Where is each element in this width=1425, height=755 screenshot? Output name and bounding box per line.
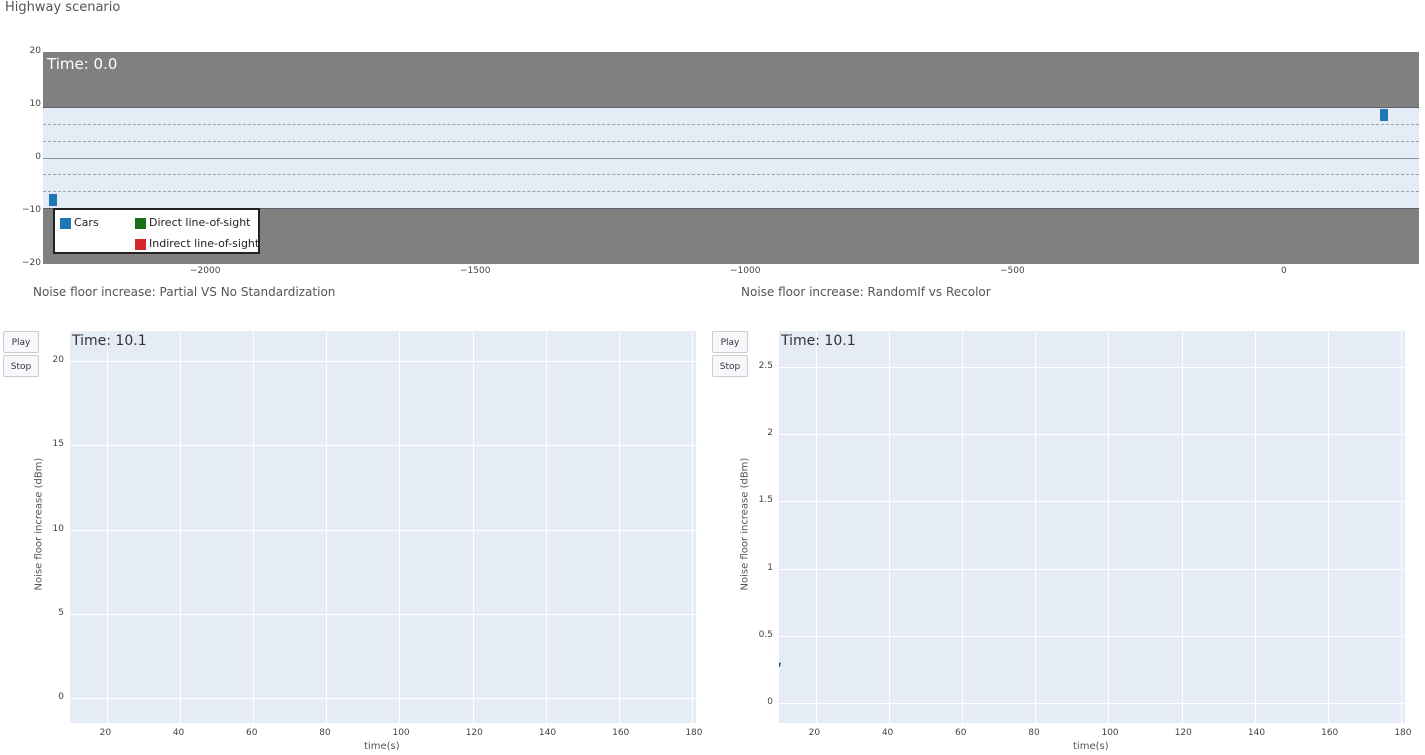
gridline-horizontal (70, 361, 696, 363)
lane-line (43, 141, 1419, 142)
highway-x-tick: −1000 (730, 266, 761, 276)
highway-x-tick: −1500 (460, 266, 491, 276)
stop-button[interactable]: Stop (712, 355, 748, 377)
chart-right-x-tick: 80 (1028, 728, 1040, 738)
chart-left-xlabel: time(s) (364, 741, 400, 752)
chart-right-y-tick: 2.5 (758, 361, 773, 372)
road-center-line (43, 158, 1419, 159)
car-marker (1380, 109, 1388, 121)
chart-left-title: Noise floor increase: Partial VS No Stan… (33, 285, 336, 299)
legend-item-direct-los[interactable]: Direct line-of-sight (135, 216, 250, 229)
chart-right-x-tick: 100 (1101, 728, 1119, 738)
gridline-vertical (106, 331, 108, 723)
gridline-vertical (326, 331, 328, 723)
chart-right-y-tick: 0 (767, 696, 773, 707)
gridline-vertical (472, 331, 474, 723)
chart-right-plot-area: Time: 10.1 (779, 331, 1405, 723)
gridline-horizontal (70, 445, 696, 447)
chart-right-ylabel: Noise floor increase (dBm) (680, 458, 810, 591)
chart-right-y-tick: 0.5 (758, 629, 773, 640)
chart-right-series (779, 662, 781, 667)
chart-right-xlabel: time(s) (1073, 741, 1109, 752)
chart-right-x-tick: 120 (1174, 728, 1192, 738)
gridline-vertical (179, 331, 181, 723)
legend-item-indirect-los[interactable]: Indirect line-of-sight (135, 237, 259, 250)
chart-left-x-tick: 80 (319, 728, 331, 738)
gridline-vertical (619, 331, 621, 723)
chart-left-x-tick: 40 (172, 728, 185, 738)
highway-legend: Cars Direct line-of-sight Indirect line-… (53, 208, 260, 254)
chart-right-x-tick: 20 (808, 728, 821, 738)
lane-line (43, 124, 1419, 125)
chart-right-y-tick: 1.5 (758, 495, 773, 506)
gridline-vertical (253, 331, 255, 723)
highway-y-tick: 0 (35, 152, 41, 162)
chart-left-x-tick: 160 (612, 728, 630, 738)
indirect-los-swatch (135, 238, 146, 250)
cars-swatch (60, 217, 71, 229)
chart-right-y-tick: 2 (767, 428, 773, 439)
chart-left-y-tick: 20 (52, 355, 64, 366)
series-line (779, 662, 781, 667)
gridline-horizontal (70, 697, 696, 699)
highway-x-tick: −500 (1000, 266, 1025, 276)
direct-los-swatch (135, 217, 146, 229)
highway-y-tick: 10 (29, 99, 41, 109)
highway-y-tick: 20 (29, 46, 41, 56)
chart-left-x-tick: 140 (538, 728, 557, 738)
legend-item-cars[interactable]: Cars (60, 216, 99, 229)
chart-left-y-tick: 5 (58, 607, 64, 618)
chart-left-plot-area: Time: 10.1 (70, 331, 696, 723)
chart-right-x-tick: 40 (881, 728, 894, 738)
lane-line (43, 191, 1419, 192)
chart-left-x-tick: 20 (99, 728, 112, 738)
highway-x-tick: −2000 (190, 266, 221, 276)
chart-right-x-tick: 140 (1247, 728, 1266, 738)
chart-left-x-tick: 100 (392, 728, 410, 738)
chart-left-x-tick: 180 (685, 728, 703, 738)
chart-right-x-tick: 60 (955, 728, 967, 738)
gridline-horizontal (70, 613, 696, 615)
gridline-vertical (399, 331, 401, 723)
gridline-vertical (545, 331, 547, 723)
chart-left-x-tick: 120 (465, 728, 483, 738)
stop-button[interactable]: Stop (3, 355, 39, 377)
chart-right-title: Noise floor increase: RandomIf vs Recolo… (741, 285, 991, 299)
highway-scenario-plot: Time: 0.0 Cars Direct line-of-sight Indi… (43, 52, 1419, 264)
chart-right-y-tick: 1 (767, 562, 773, 573)
chart-left-y-tick: 0 (58, 691, 64, 702)
chart-left-y-tick: 15 (52, 439, 64, 450)
play-button[interactable]: Play (712, 331, 748, 353)
highway-x-tick: 0 (1281, 266, 1287, 276)
highway-y-tick: −10 (22, 205, 41, 215)
road-edge-top (43, 107, 1419, 108)
page-title: Highway scenario (5, 0, 121, 15)
legend-label: Direct line-of-sight (149, 216, 251, 229)
chart-right-x-tick: 160 (1321, 728, 1339, 738)
legend-label: Indirect line-of-sight (149, 237, 260, 250)
chart-right-x-tick: 180 (1394, 728, 1412, 738)
lane-line (43, 174, 1419, 175)
play-button[interactable]: Play (3, 331, 39, 353)
highway-y-tick: −20 (22, 258, 41, 268)
gridline-horizontal (70, 529, 696, 531)
chart-left-x-tick: 60 (246, 728, 258, 738)
highway-time-label: Time: 0.0 (47, 55, 118, 73)
legend-label: Cars (74, 216, 99, 229)
chart-time-label: Time: 10.1 (72, 333, 147, 349)
car-marker (49, 194, 57, 206)
chart-left-y-tick: 10 (52, 523, 64, 534)
